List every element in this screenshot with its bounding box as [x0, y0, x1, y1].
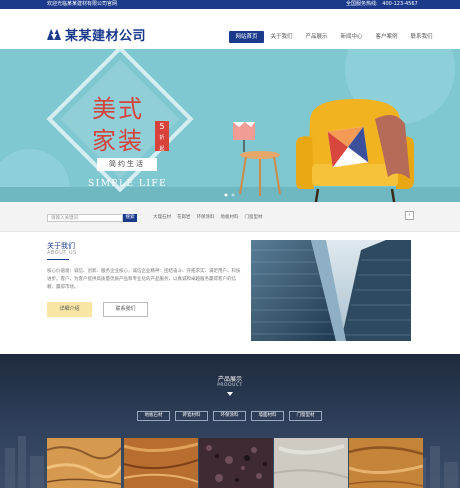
nav-contact[interactable]: 联系我们	[404, 31, 439, 43]
site-logo[interactable]: 某某建材公司	[46, 24, 146, 44]
hot-keyword[interactable]: 地板材料	[221, 214, 239, 222]
tab-door-window[interactable]: 门窗型材	[289, 411, 322, 421]
main-nav: 网站首页 关于我们 产品展示 新闻中心 客户案例 联系我们	[229, 31, 439, 43]
next-arrow-button[interactable]: ›	[405, 211, 414, 220]
about-title-en: ABOUT US	[47, 250, 77, 256]
products-title: 产品展示	[217, 376, 242, 383]
top-bar: 欢迎光临某某建材有限公司官网 全国服务热线: 400-123-4567	[0, 0, 460, 9]
tab-coating[interactable]: 环保涂料	[213, 411, 246, 421]
nav-products[interactable]: 产品展示	[299, 31, 334, 43]
tab-wall[interactable]: 墙面材料	[251, 411, 284, 421]
about-underline	[47, 259, 69, 260]
nav-news[interactable]: 新闻中心	[334, 31, 369, 43]
search-bar: 请输入关键词 搜索 大理石材 花岗岩 环保涂料 地板材料 门窗型材	[0, 202, 460, 232]
site-header: 某某建材公司 网站首页 关于我们 产品展示 新闻中心 客户案例 联系我们	[0, 9, 460, 49]
product-tile-marble-gold[interactable]	[47, 438, 121, 488]
hot-keyword[interactable]: 环保涂料	[197, 214, 215, 222]
hero-banner[interactable]: 美式 家装 5 折 起 简约生活 SIMPLE LIFE	[0, 49, 460, 202]
building-image	[251, 240, 411, 341]
discount-number: 5	[159, 122, 165, 131]
welcome-text: 欢迎光临某某建材有限公司官网	[47, 1, 118, 7]
hot-keyword[interactable]: 大理石材	[153, 214, 171, 222]
product-tile-marble-brown[interactable]	[124, 438, 198, 488]
nav-about[interactable]: 关于我们	[264, 31, 299, 43]
product-tabs: 地板石材 砖瓷材料 环保涂料 墙面材料 门窗型材	[137, 411, 322, 421]
banner-tagline-en: SIMPLE LIFE	[88, 179, 168, 189]
search-input[interactable]: 请输入关键词	[47, 214, 123, 222]
banner-headline-1: 美式	[92, 95, 144, 123]
nav-cases[interactable]: 客户案例	[369, 31, 404, 43]
product-tile-granite-dark[interactable]	[199, 438, 273, 488]
logo-icon	[47, 29, 61, 40]
tab-floor-stone[interactable]: 地板石材	[137, 411, 170, 421]
banner-tagline: 简约生活	[97, 158, 157, 171]
hot-keyword[interactable]: 花岗岩	[177, 214, 191, 222]
hot-keyword[interactable]: 门窗型材	[245, 214, 263, 222]
banner-headline-2: 家装	[92, 127, 144, 155]
contact-button[interactable]: 联系我们	[103, 302, 148, 317]
caret-down-icon	[227, 392, 233, 396]
search-button[interactable]: 搜索	[123, 214, 137, 222]
nav-home[interactable]: 网站首页	[229, 31, 264, 43]
hotline-number: 400-123-4567	[382, 1, 418, 7]
discount-unit: 折	[159, 135, 165, 141]
discount-badge: 5 折 起	[155, 121, 169, 152]
hotline: 全国服务热线: 400-123-4567	[346, 0, 418, 9]
tab-ceramic[interactable]: 砖瓷材料	[175, 411, 208, 421]
product-tile-stone-beige[interactable]	[274, 438, 348, 488]
detail-button[interactable]: 详细介绍	[47, 302, 92, 317]
discount-suffix: 起	[159, 146, 165, 152]
about-text: 核心价值观：诚信、创新、服务企业核心，诚信企业精神：团结奋斗、开拓求实、满足用户…	[47, 269, 241, 290]
products-title-en: PRODUCT	[217, 383, 243, 388]
product-tile-marble-orange[interactable]	[349, 438, 423, 488]
hot-keywords: 大理石材 花岗岩 环保涂料 地板材料 门窗型材	[153, 214, 263, 222]
logo-text: 某某建材公司	[65, 28, 147, 44]
hotline-label: 全国服务热线:	[346, 1, 378, 7]
